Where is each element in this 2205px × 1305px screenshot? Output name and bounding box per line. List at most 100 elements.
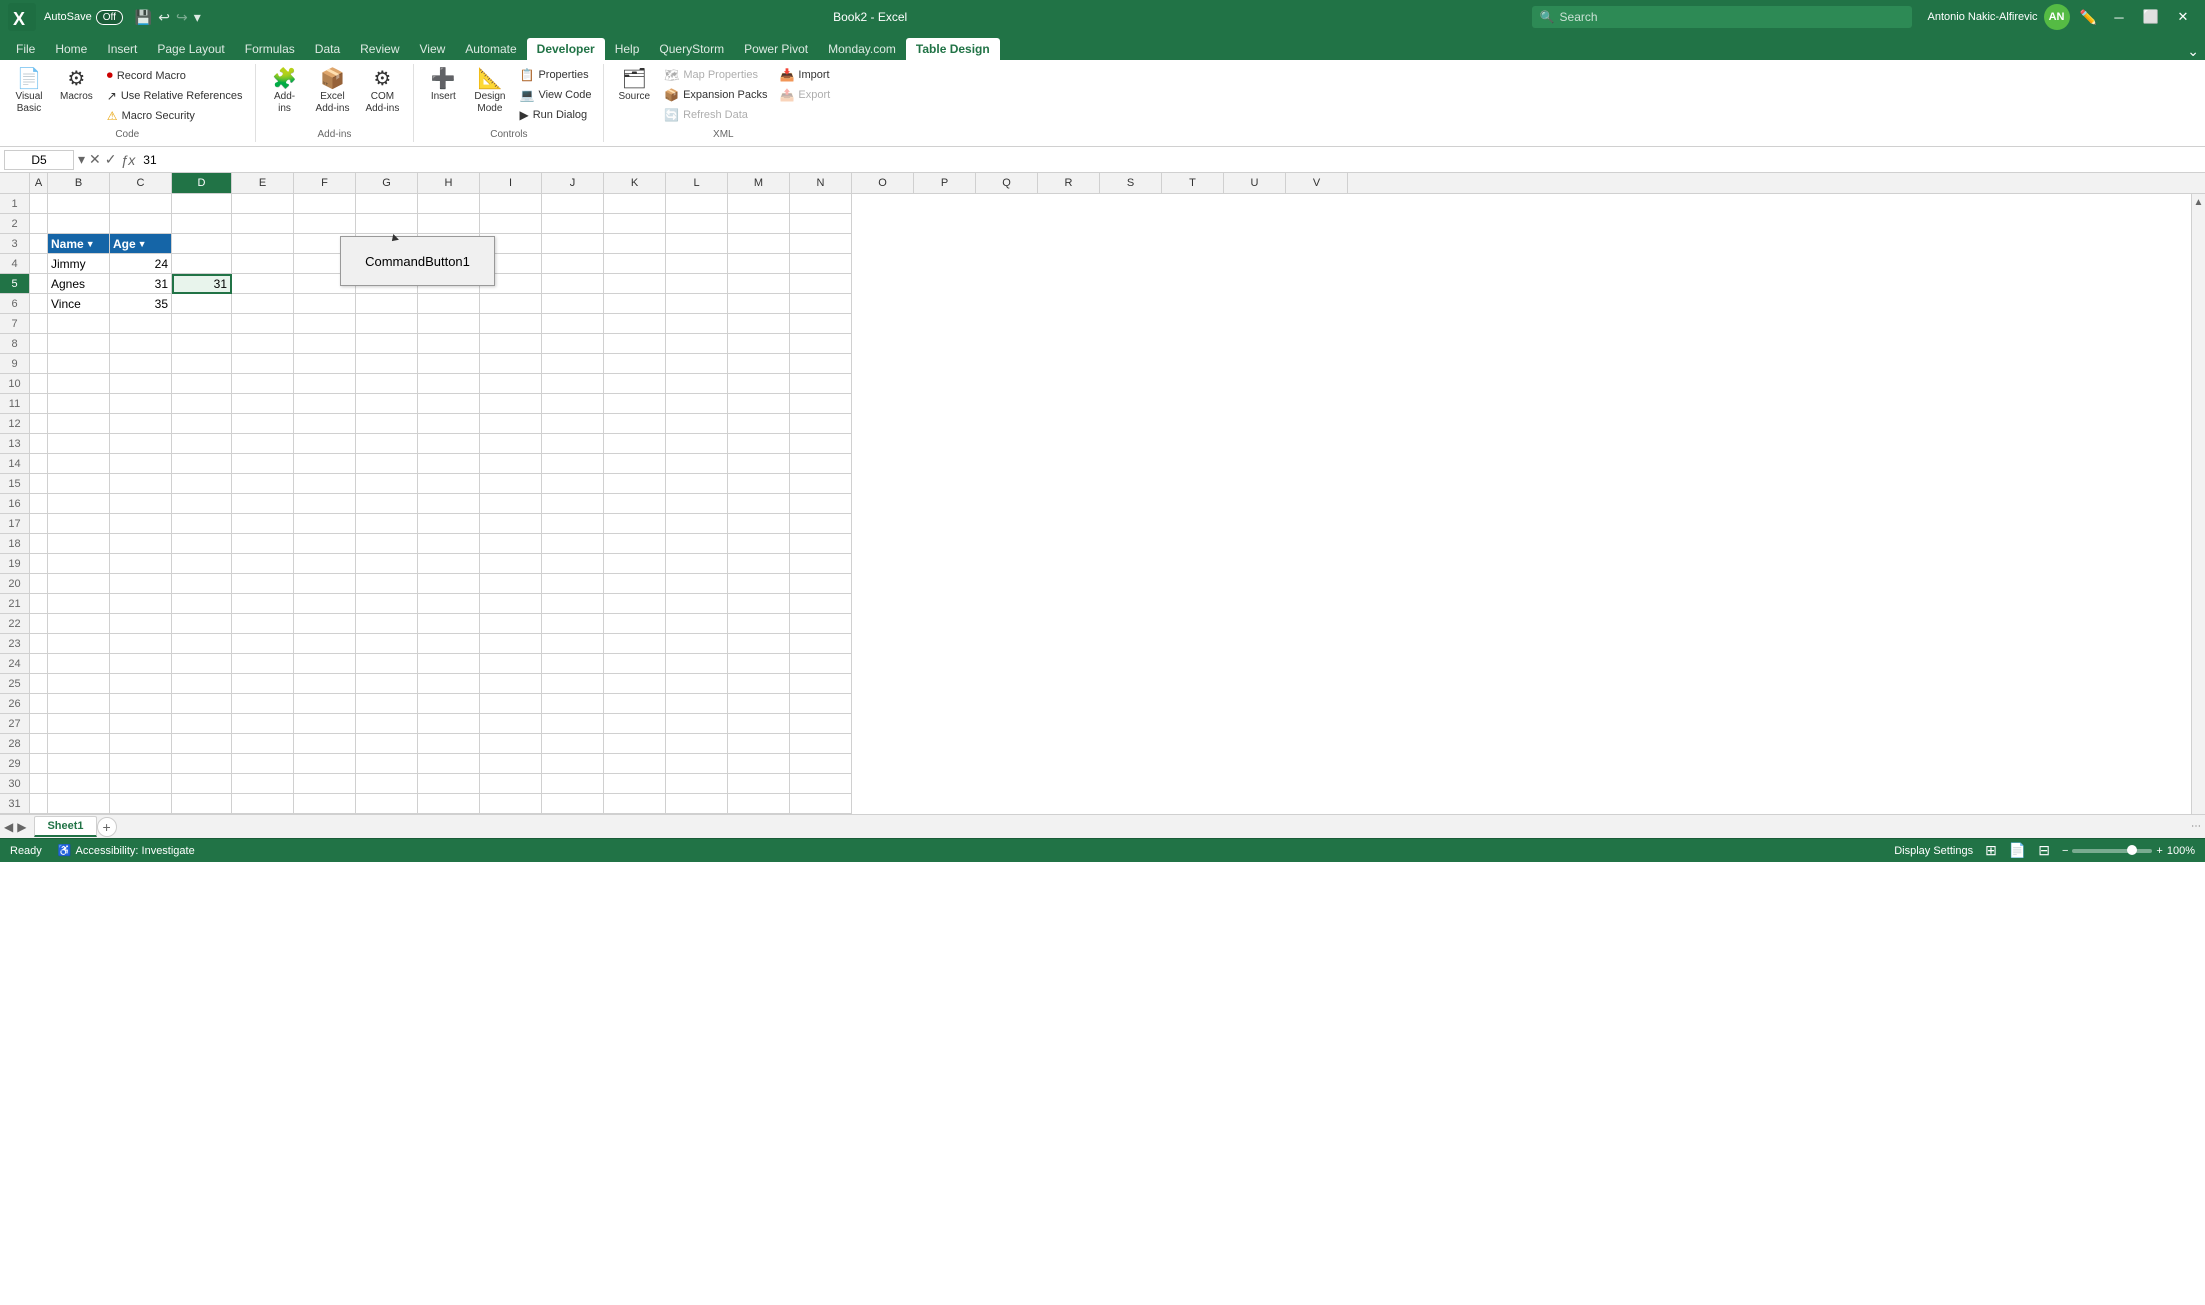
cell-e26[interactable] bbox=[232, 694, 294, 714]
cell-b16[interactable] bbox=[48, 494, 110, 514]
cell-e1[interactable] bbox=[232, 194, 294, 214]
col-header-n[interactable]: N bbox=[790, 173, 852, 193]
cell-e23[interactable] bbox=[232, 634, 294, 654]
tab-developer[interactable]: Developer bbox=[527, 38, 605, 60]
cell-i30[interactable] bbox=[480, 774, 542, 794]
cell-c31[interactable] bbox=[110, 794, 172, 814]
maximize-button[interactable]: ⬜ bbox=[2137, 3, 2165, 31]
cell-m27[interactable] bbox=[728, 714, 790, 734]
cell-d30[interactable] bbox=[172, 774, 232, 794]
cell-a16[interactable] bbox=[30, 494, 48, 514]
cell-f21[interactable] bbox=[294, 594, 356, 614]
cell-i17[interactable] bbox=[480, 514, 542, 534]
scroll-sheets-right[interactable]: ▶ bbox=[17, 820, 26, 834]
cell-b3-name-header[interactable]: Name ▼ bbox=[48, 234, 110, 254]
cell-j28[interactable] bbox=[542, 734, 604, 754]
cell-b7[interactable] bbox=[48, 314, 110, 334]
cell-m14[interactable] bbox=[728, 454, 790, 474]
cell-h11[interactable] bbox=[418, 394, 480, 414]
cell-i20[interactable] bbox=[480, 574, 542, 594]
excel-add-ins-button[interactable]: 📦 ExcelAdd-ins bbox=[310, 66, 356, 118]
tab-monday[interactable]: Monday.com bbox=[818, 38, 906, 60]
col-header-s[interactable]: S bbox=[1100, 173, 1162, 193]
cell-g24[interactable] bbox=[356, 654, 418, 674]
cell-j8[interactable] bbox=[542, 334, 604, 354]
insert-control-button[interactable]: ➕ Insert bbox=[422, 66, 464, 106]
cell-b28[interactable] bbox=[48, 734, 110, 754]
cell-n23[interactable] bbox=[790, 634, 852, 654]
cell-d22[interactable] bbox=[172, 614, 232, 634]
cell-e8[interactable] bbox=[232, 334, 294, 354]
cell-reference[interactable]: D5 bbox=[4, 150, 74, 170]
cell-m29[interactable] bbox=[728, 754, 790, 774]
cell-e6[interactable] bbox=[232, 294, 294, 314]
cell-i26[interactable] bbox=[480, 694, 542, 714]
cell-e18[interactable] bbox=[232, 534, 294, 554]
cell-g15[interactable] bbox=[356, 474, 418, 494]
cell-n17[interactable] bbox=[790, 514, 852, 534]
page-layout-view-icon[interactable]: 📄 bbox=[2009, 842, 2026, 859]
zoom-out-icon[interactable]: − bbox=[2062, 845, 2068, 857]
cell-g25[interactable] bbox=[356, 674, 418, 694]
cell-m9[interactable] bbox=[728, 354, 790, 374]
row-num-17[interactable]: 17 bbox=[0, 514, 29, 534]
cell-a11[interactable] bbox=[30, 394, 48, 414]
cell-i10[interactable] bbox=[480, 374, 542, 394]
cell-e14[interactable] bbox=[232, 454, 294, 474]
cell-l27[interactable] bbox=[666, 714, 728, 734]
cell-h31[interactable] bbox=[418, 794, 480, 814]
row-num-7[interactable]: 7 bbox=[0, 314, 29, 334]
cell-c14[interactable] bbox=[110, 454, 172, 474]
cell-n1[interactable] bbox=[790, 194, 852, 214]
cell-g17[interactable] bbox=[356, 514, 418, 534]
view-code-button[interactable]: 💻 View Code bbox=[515, 86, 595, 104]
cell-k24[interactable] bbox=[604, 654, 666, 674]
cell-j26[interactable] bbox=[542, 694, 604, 714]
cell-d16[interactable] bbox=[172, 494, 232, 514]
cell-n4[interactable] bbox=[790, 254, 852, 274]
cell-k6[interactable] bbox=[604, 294, 666, 314]
cell-c9[interactable] bbox=[110, 354, 172, 374]
cell-k17[interactable] bbox=[604, 514, 666, 534]
cell-b9[interactable] bbox=[48, 354, 110, 374]
cell-d25[interactable] bbox=[172, 674, 232, 694]
cell-f31[interactable] bbox=[294, 794, 356, 814]
col-header-j[interactable]: J bbox=[542, 173, 604, 193]
cell-n24[interactable] bbox=[790, 654, 852, 674]
cell-n16[interactable] bbox=[790, 494, 852, 514]
cell-e4[interactable] bbox=[232, 254, 294, 274]
col-header-g[interactable]: G bbox=[356, 173, 418, 193]
cell-l28[interactable] bbox=[666, 734, 728, 754]
cell-m6[interactable] bbox=[728, 294, 790, 314]
col-header-r[interactable]: R bbox=[1038, 173, 1100, 193]
sheet-nav-dots[interactable]: ⋯ bbox=[2191, 821, 2201, 832]
cell-l25[interactable] bbox=[666, 674, 728, 694]
cell-b31[interactable] bbox=[48, 794, 110, 814]
cell-a12[interactable] bbox=[30, 414, 48, 434]
ribbon-collapse-icon[interactable]: ⌄ bbox=[2187, 43, 2199, 60]
cell-n20[interactable] bbox=[790, 574, 852, 594]
cell-l14[interactable] bbox=[666, 454, 728, 474]
cell-e12[interactable] bbox=[232, 414, 294, 434]
formula-input[interactable] bbox=[139, 151, 2201, 169]
cell-h9[interactable] bbox=[418, 354, 480, 374]
row-num-10[interactable]: 10 bbox=[0, 374, 29, 394]
cell-i11[interactable] bbox=[480, 394, 542, 414]
cell-h1[interactable] bbox=[418, 194, 480, 214]
cell-f19[interactable] bbox=[294, 554, 356, 574]
cell-k11[interactable] bbox=[604, 394, 666, 414]
row-num-2[interactable]: 2 bbox=[0, 214, 29, 234]
cell-c17[interactable] bbox=[110, 514, 172, 534]
cell-c28[interactable] bbox=[110, 734, 172, 754]
tab-review[interactable]: Review bbox=[350, 38, 409, 60]
cell-j14[interactable] bbox=[542, 454, 604, 474]
cell-b19[interactable] bbox=[48, 554, 110, 574]
row-num-5[interactable]: 5 bbox=[0, 274, 29, 294]
cell-b23[interactable] bbox=[48, 634, 110, 654]
cell-i8[interactable] bbox=[480, 334, 542, 354]
cell-g23[interactable] bbox=[356, 634, 418, 654]
cell-n29[interactable] bbox=[790, 754, 852, 774]
cell-l6[interactable] bbox=[666, 294, 728, 314]
cell-h27[interactable] bbox=[418, 714, 480, 734]
cell-k30[interactable] bbox=[604, 774, 666, 794]
